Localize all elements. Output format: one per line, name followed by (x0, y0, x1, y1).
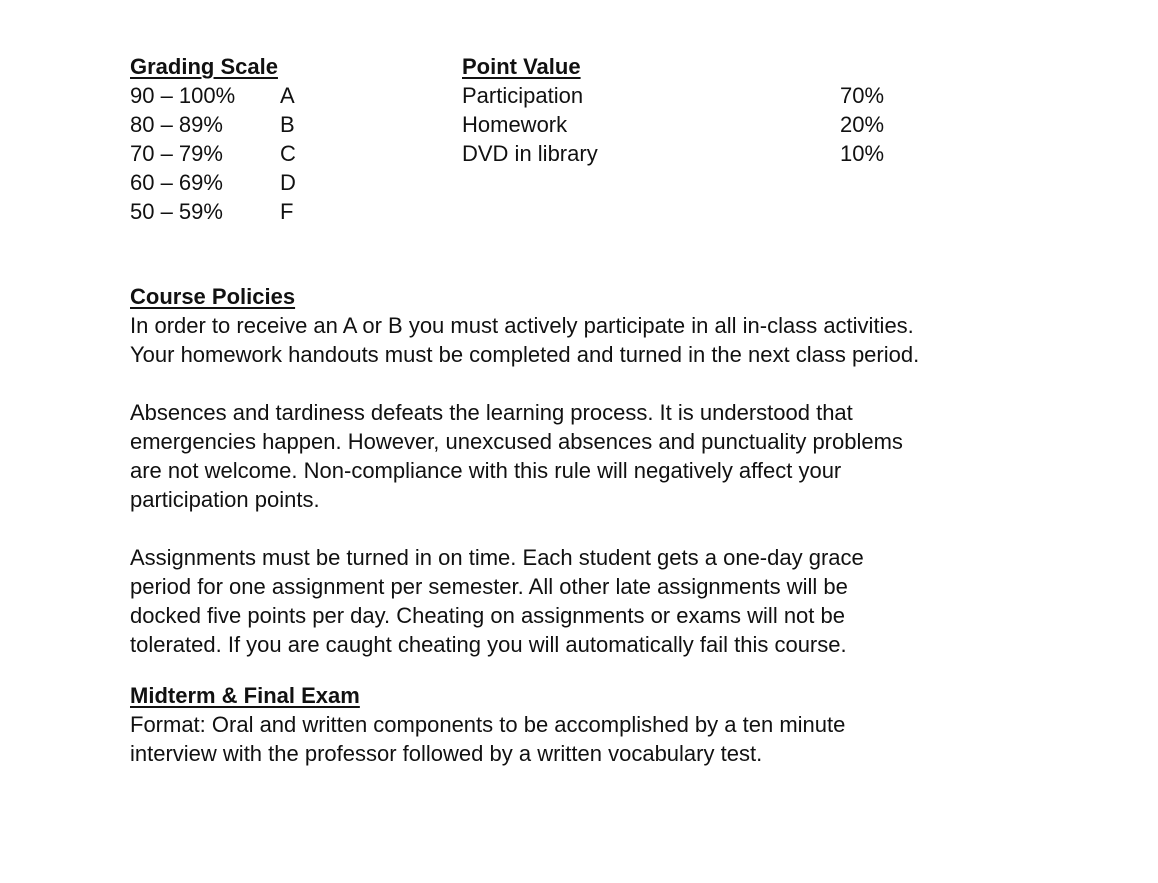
text-line: are not welcome. Non-compliance with thi… (130, 458, 842, 483)
grading-scale-section: Grading Scale 90 – 100% A 80 – 89% B 70 … (130, 52, 310, 226)
midterm-final-heading: Midterm & Final Exam (130, 683, 360, 708)
grade-range: 90 – 100% (130, 83, 236, 108)
grade-row: 90 – 100% A (130, 81, 310, 110)
text-line: Absences and tardiness defeats the learn… (130, 400, 853, 425)
point-value-row: Participation 70% (462, 81, 902, 110)
point-value-item: Homework (462, 112, 568, 137)
point-value-row: DVD in library 10% (462, 139, 902, 168)
grading-scale-heading: Grading Scale (130, 54, 278, 79)
point-value-heading: Point Value (462, 54, 581, 79)
midterm-final-section: Midterm & Final Exam Format: Oral and wr… (130, 681, 1130, 768)
point-value-item: Participation (462, 83, 584, 108)
point-value-percent: 70% (840, 83, 885, 108)
policy-paragraph: In order to receive an A or B you must a… (130, 311, 1130, 369)
grade-row: 80 – 89% B (130, 110, 310, 139)
text-line: In order to receive an A or B you must a… (130, 313, 914, 338)
text-line: Format: Oral and written components to b… (130, 712, 846, 737)
policy-paragraph: Absences and tardiness defeats the learn… (130, 398, 1130, 514)
point-value-percent: 20% (840, 112, 885, 137)
point-value-percent: 10% (840, 141, 885, 166)
text-line: tolerated. If you are caught cheating yo… (130, 632, 847, 657)
grade-row: 50 – 59% F (130, 197, 310, 226)
text-line: emergencies happen. However, unexcused a… (130, 429, 903, 454)
text-line: docked five points per day. Cheating on … (130, 603, 845, 628)
grade-row: 70 – 79% C (130, 139, 310, 168)
grade-letter: B (280, 112, 295, 137)
text-line: participation points. (130, 487, 320, 512)
point-value-section: Point Value Participation 70% Homework 2… (462, 52, 902, 168)
grade-letter: F (280, 199, 294, 224)
point-value-item: DVD in library (462, 141, 598, 166)
policy-paragraph: Assignments must be turned in on time. E… (130, 543, 1130, 659)
text-line: Your homework handouts must be completed… (130, 342, 920, 367)
point-value-row: Homework 20% (462, 110, 902, 139)
grade-range: 60 – 69% (130, 170, 223, 195)
grade-row: 60 – 69% D (130, 168, 310, 197)
grade-letter: A (280, 83, 295, 108)
grade-range: 70 – 79% (130, 141, 223, 166)
course-policies-section: Course Policies In order to receive an A… (130, 282, 1130, 659)
text-line: Assignments must be turned in on time. E… (130, 545, 864, 570)
course-policies-heading: Course Policies (130, 284, 296, 309)
grade-range: 80 – 89% (130, 112, 223, 137)
text-line: interview with the professor followed by… (130, 741, 763, 766)
grade-letter: D (280, 170, 296, 195)
grade-letter: C (280, 141, 296, 166)
exam-format-paragraph: Format: Oral and written components to b… (130, 710, 1130, 768)
text-line: period for one assignment per semester. … (130, 574, 848, 599)
grade-range: 50 – 59% (130, 199, 223, 224)
